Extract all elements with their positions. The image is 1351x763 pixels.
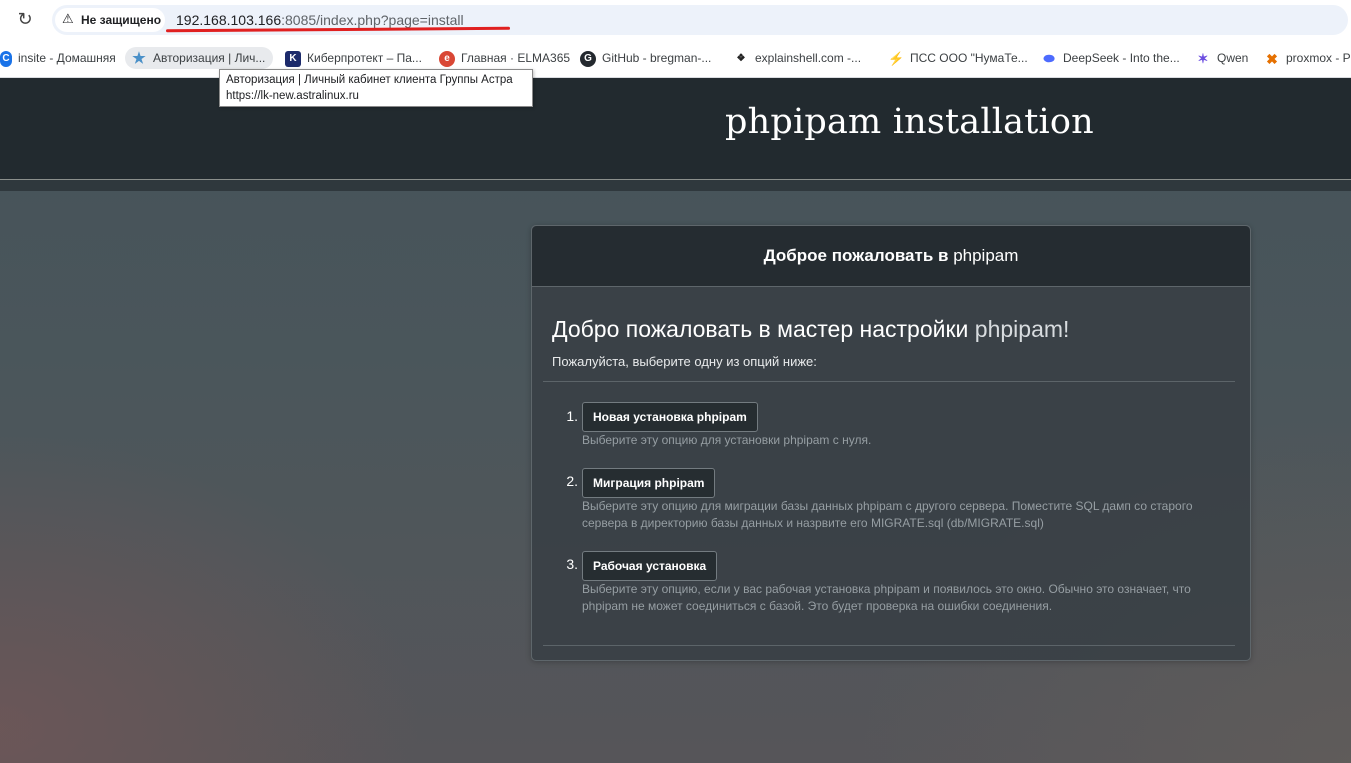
option-description: Выберите эту опцию для установки phpipam… (582, 433, 872, 447)
proxmox-icon: ✖ (1266, 50, 1278, 67)
panel-heading-app: phpipam (948, 246, 1019, 265)
tooltip-title: Авторизация | Личный кабинет клиента Гру… (226, 74, 513, 86)
github-icon: G (580, 50, 596, 67)
bookmark-cyberprotect[interactable]: K Киберпротект – Па... (285, 47, 422, 69)
new-install-button[interactable]: Новая установка phpipam (582, 402, 758, 432)
page-body: phpipam installation Доброе пожаловать в… (0, 78, 1351, 763)
bookmark-label: GitHub - bregman-... (602, 51, 712, 65)
bookmark-explainshell[interactable]: ❖ explainshell.com -... (733, 47, 862, 69)
warning-icon: ⚠ (62, 12, 74, 27)
working-install-button[interactable]: Рабочая установка (582, 551, 718, 581)
url-path: :8085/index.php?page=install (281, 12, 464, 28)
security-label: Не защищено (81, 13, 162, 27)
bookmark-deepseek[interactable]: ⬬ DeepSeek - Into the... (1041, 47, 1180, 69)
bookmark-label: Киберпротект – Па... (307, 51, 422, 65)
bookmark-astra-auth[interactable]: ★ Авторизация | Лич... (125, 47, 274, 69)
page-title: phpipam installation (725, 102, 1094, 142)
bookmark-label: Авторизация | Лич... (153, 51, 266, 65)
tooltip-url: https://lk-new.astralinux.ru (226, 90, 359, 102)
bookmark-label: insite - Домашняя (18, 51, 116, 65)
panel-heading: Доброе пожаловать в phpipam (532, 226, 1250, 287)
wizard-title: Добро пожаловать в мастер настройки phpi… (552, 316, 1069, 343)
bookmark-pss[interactable]: ⚡ ПСС ООО "НумаТе... (888, 47, 1028, 69)
option-number: 2. (566, 473, 578, 489)
qwen-icon: ✶ (1197, 50, 1209, 66)
site-header: phpipam installation (0, 78, 1351, 180)
bookmark-label: Главная · ELMA365 (461, 51, 571, 65)
divider (543, 645, 1235, 646)
wizard-title-text: Добро пожаловать в мастер настройки (552, 316, 969, 342)
insite-icon: C (0, 50, 12, 67)
migration-button[interactable]: Миграция phpipam (582, 468, 716, 498)
star-icon: ★ (132, 49, 146, 67)
option-description: Выберите эту опцию, если у вас рабочая у… (582, 582, 1191, 613)
bookmark-proxmox[interactable]: ✖ proxmox - P (1264, 47, 1351, 69)
cyberprotect-icon: K (285, 50, 301, 67)
bookmark-label: Qwen (1217, 51, 1249, 65)
option-number: 3. (566, 556, 578, 572)
panel-heading-text: Доброе пожаловать в (763, 246, 949, 265)
reload-icon[interactable]: ↻ (14, 9, 36, 31)
option-description: Выберите эту опцию для миграции базы дан… (582, 499, 1193, 530)
option-number: 1. (566, 408, 578, 424)
browser-toolbar: ↻ ⚠ Не защищено 192.168.103.166:8085/ind… (0, 0, 1351, 39)
elma-icon: e (439, 50, 455, 67)
bookmark-qwen[interactable]: ✶ Qwen (1195, 47, 1249, 69)
bookmark-label: explainshell.com -... (755, 51, 862, 65)
bookmark-label: proxmox - P (1286, 51, 1351, 65)
header-divider (0, 180, 1351, 191)
bookmark-github[interactable]: G GitHub - bregman-... (580, 47, 711, 69)
bookmarks-bar: Cinsite - Домашняя ★ Авторизация | Лич...… (0, 39, 1351, 78)
bookmark-label: ПСС ООО "НумаТе... (910, 51, 1028, 65)
url-host: 192.168.103.166 (176, 12, 282, 28)
divider (543, 381, 1235, 382)
lightning-icon: ⚡ (888, 50, 905, 66)
security-indicator[interactable]: ⚠ Не защищено (55, 8, 165, 32)
install-panel: Доброе пожаловать в phpipam Добро пожало… (531, 225, 1251, 661)
wizard-title-app: phpipam! (968, 316, 1070, 342)
bookmark-insite[interactable]: Cinsite - Домашняя (0, 47, 116, 69)
bookmark-tooltip: Авторизация | Личный кабинет клиента Гру… (219, 69, 533, 107)
bookmark-label: DeepSeek - Into the... (1063, 51, 1180, 65)
wizard-subtitle: Пожалуйста, выберите одну из опций ниже: (552, 354, 817, 369)
bookmark-elma[interactable]: e Главная · ELMA365 (439, 47, 570, 69)
explainshell-icon: ❖ (736, 52, 746, 64)
deepseek-icon: ⬬ (1043, 50, 1055, 66)
